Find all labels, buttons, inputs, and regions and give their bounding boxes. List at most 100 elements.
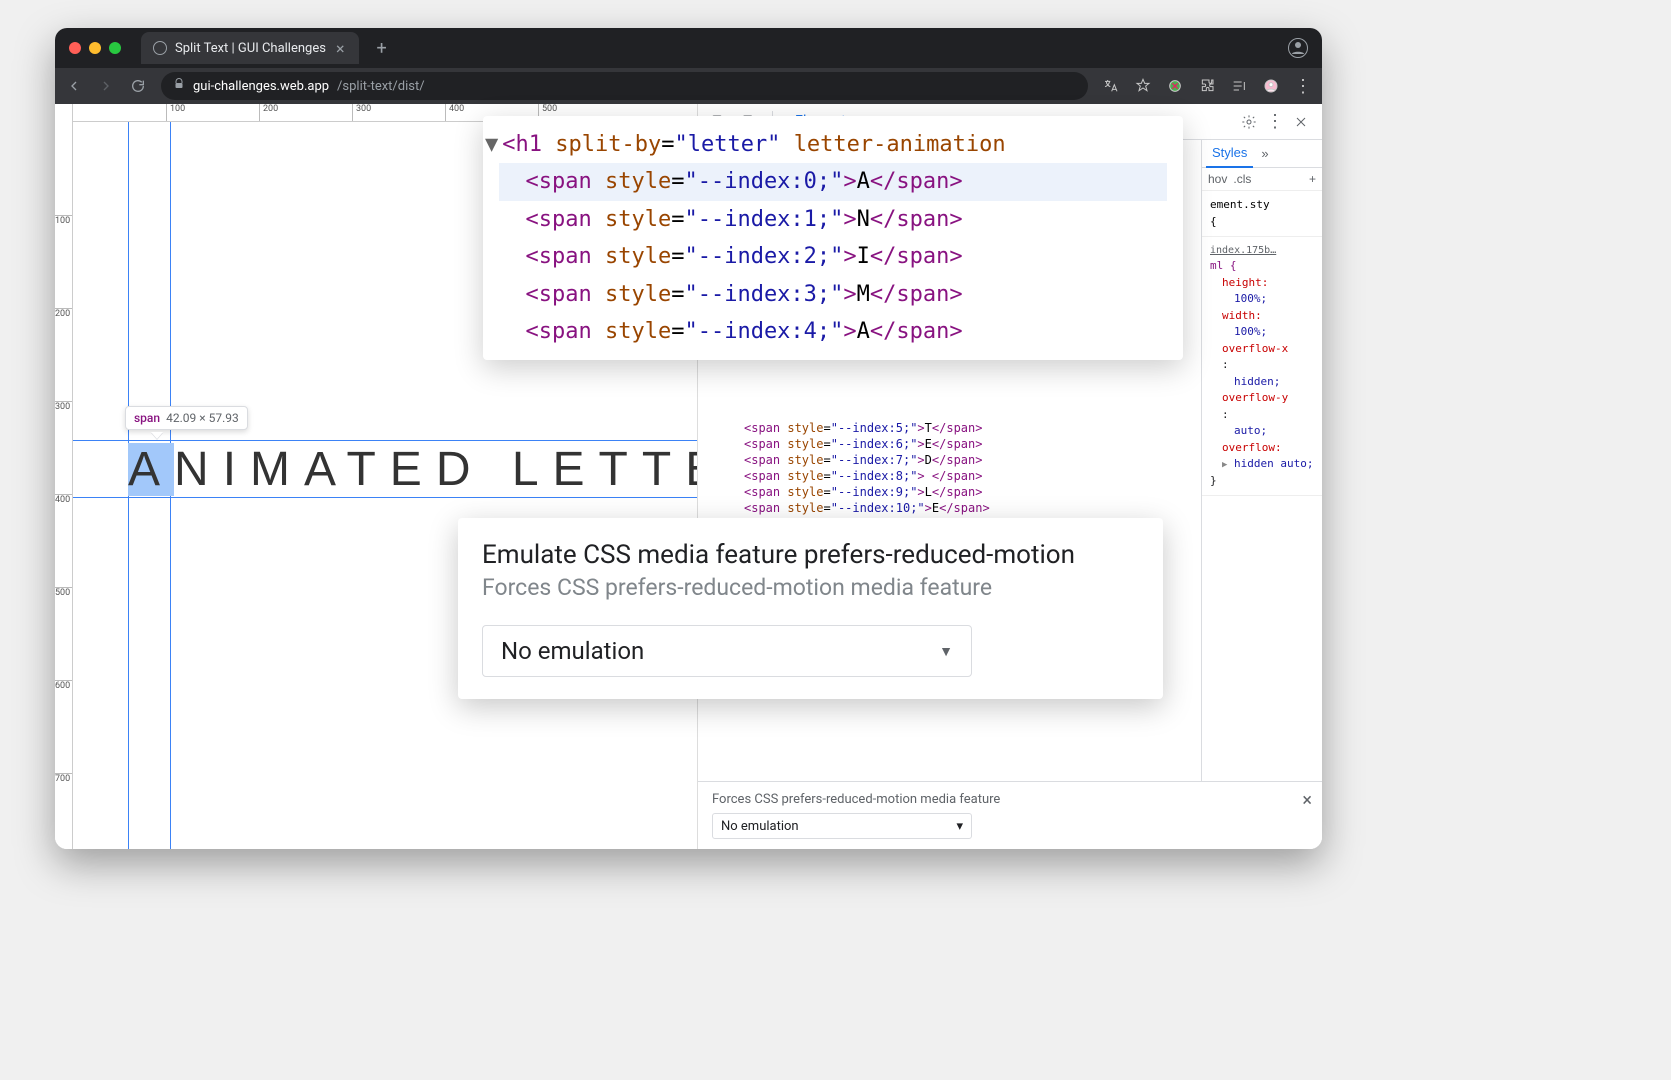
headline-letter: M (250, 443, 304, 496)
inspect-tooltip: span 42.09 × 57.93 (125, 406, 248, 430)
magnified-emulate-overlay: Emulate CSS media feature prefers-reduce… (458, 518, 1163, 699)
ruler-tick: 400 (445, 104, 464, 121)
url-domain: gui-challenges.web.app (193, 79, 329, 94)
forward-button[interactable] (97, 78, 115, 94)
toolbar-actions: ⋮ (1102, 76, 1312, 97)
filter-cls[interactable]: .cls (1233, 172, 1251, 186)
translate-icon[interactable] (1102, 77, 1120, 95)
ruler-tick: 200 (55, 308, 72, 319)
back-button[interactable] (65, 78, 83, 94)
drawer-description: Forces CSS prefers-reduced-motion media … (712, 792, 1308, 807)
dom-line: <span style="--index:0;">A</span> (499, 163, 1167, 200)
ruler-tick: 100 (55, 215, 72, 226)
dom-line[interactable]: <span style="--index:6;">E</span> (698, 436, 1201, 452)
select-value: No emulation (721, 819, 799, 834)
lock-icon (173, 78, 185, 94)
guide-line-h (73, 497, 697, 498)
tooltip-caret (151, 432, 163, 439)
css-declaration[interactable]: height:100%; (1210, 275, 1314, 308)
styles-more-button[interactable]: » (1257, 146, 1272, 161)
dom-line: <span style="--index:4;">A</span> (499, 313, 1167, 350)
styles-filters: hov .cls + (1202, 168, 1322, 191)
ruler-tick: 300 (352, 104, 371, 121)
browser-toolbar: gui-challenges.web.app/split-text/dist/ … (55, 68, 1322, 104)
devtools-menu-button[interactable]: ⋮ (1266, 111, 1284, 132)
browser-tab[interactable]: Split Text | GUI Challenges × (141, 32, 359, 64)
close-devtools-button[interactable] (1288, 109, 1314, 135)
headline-letter: T (346, 443, 389, 496)
ruler-tick: 200 (259, 104, 278, 121)
headline-letter: L (512, 443, 553, 496)
close-tab-button[interactable]: × (334, 39, 347, 58)
headline-letter: D (436, 443, 485, 496)
headline-letter: E (553, 443, 599, 496)
address-bar[interactable]: gui-challenges.web.app/split-text/dist/ (161, 72, 1088, 100)
brace-text: { (1210, 215, 1217, 228)
bookmark-star-icon[interactable] (1134, 77, 1152, 95)
chevron-down-icon: ▾ (956, 819, 963, 834)
guide-line-h (73, 440, 697, 441)
favicon-icon (153, 41, 167, 55)
dom-line[interactable]: <span style="--index:5;">T</span> (698, 420, 1201, 436)
profile-button[interactable] (1288, 38, 1308, 58)
url-path: /split-text/dist/ (337, 79, 425, 94)
new-style-rule-button[interactable]: + (1309, 172, 1316, 186)
page-headline: ANIMATED LETTERS (128, 442, 698, 497)
dom-line: <span style="--index:3;">M</span> (499, 276, 1167, 313)
rendering-drawer: × Forces CSS prefers-reduced-motion medi… (698, 781, 1322, 849)
minimize-window-button[interactable] (89, 42, 101, 54)
css-declaration[interactable]: width:100%; (1210, 308, 1314, 341)
reading-list-icon[interactable] (1230, 77, 1248, 95)
traffic-lights (69, 42, 121, 54)
headline-letter: A (304, 443, 346, 496)
maximize-window-button[interactable] (109, 42, 121, 54)
close-window-button[interactable] (69, 42, 81, 54)
reload-button[interactable] (129, 78, 147, 94)
styles-pane: Styles » hov .cls + ement.sty { index.17… (1201, 140, 1322, 781)
dom-line: ▼<h1 split-by="letter" letter-animation (485, 126, 1167, 163)
css-declaration[interactable]: overflow-x:hidden; (1210, 341, 1314, 391)
avatar-icon[interactable] (1262, 77, 1280, 95)
dom-line[interactable]: <span style="--index:10;">E</span> (698, 500, 1201, 516)
new-tab-button[interactable]: + (377, 38, 387, 59)
ruler-vertical: 100200300400500600700800 (55, 104, 73, 849)
headline-letter: E (390, 443, 436, 496)
dom-line[interactable]: <span style="--index:9;">L</span> (698, 484, 1201, 500)
emulate-subtitle: Forces CSS prefers-reduced-motion media … (482, 574, 1139, 601)
magnified-dom-overlay: ▼<h1 split-by="letter" letter-animation … (483, 116, 1183, 360)
tooltip-tag: span (134, 411, 160, 425)
close-drawer-button[interactable]: × (1302, 790, 1312, 811)
dom-line: <span style="--index:2;">I</span> (499, 238, 1167, 275)
chevron-down-icon: ▼ (939, 643, 953, 660)
window-titlebar: Split Text | GUI Challenges × + (55, 28, 1322, 68)
headline-letter: I (223, 443, 250, 496)
tab-styles[interactable]: Styles (1206, 140, 1253, 168)
emulate-select-value: No emulation (501, 637, 644, 665)
css-declaration[interactable]: overflow:▶ hidden auto; (1210, 440, 1314, 473)
emulate-select[interactable]: No emulation ▼ (482, 625, 972, 677)
headline-letter: T (642, 443, 685, 496)
tab-title: Split Text | GUI Challenges (175, 41, 326, 56)
source-link[interactable]: index.175b… (1210, 243, 1314, 258)
settings-gear-icon[interactable] (1236, 109, 1262, 135)
headline-letter: T (599, 443, 642, 496)
headline-letter: E (685, 443, 698, 496)
headline-letter: A (128, 443, 174, 496)
selector-text: ement.sty (1210, 198, 1270, 211)
extension-color-icon[interactable] (1166, 77, 1184, 95)
ruler-tick: 100 (166, 104, 185, 121)
styles-tabs: Styles » (1202, 140, 1322, 168)
css-declaration[interactable]: overflow-y:auto; (1210, 390, 1314, 440)
rule-element-style[interactable]: ement.sty { (1202, 191, 1322, 237)
ruler-tick: 600 (55, 680, 72, 691)
ruler-tick: 700 (55, 773, 72, 784)
dom-line[interactable]: <span style="--index:7;">D</span> (698, 452, 1201, 468)
dom-line[interactable]: <span style="--index:8;"> </span> (698, 468, 1201, 484)
menu-button[interactable]: ⋮ (1294, 76, 1312, 97)
emulation-select[interactable]: No emulation ▾ (712, 813, 972, 839)
emulate-title: Emulate CSS media feature prefers-reduce… (482, 540, 1139, 570)
headline-letter: N (174, 443, 223, 496)
extensions-puzzle-icon[interactable] (1198, 77, 1216, 95)
rule-html[interactable]: index.175b… ml { height:100%;width:100%;… (1202, 237, 1322, 496)
filter-hov[interactable]: hov (1208, 172, 1227, 186)
